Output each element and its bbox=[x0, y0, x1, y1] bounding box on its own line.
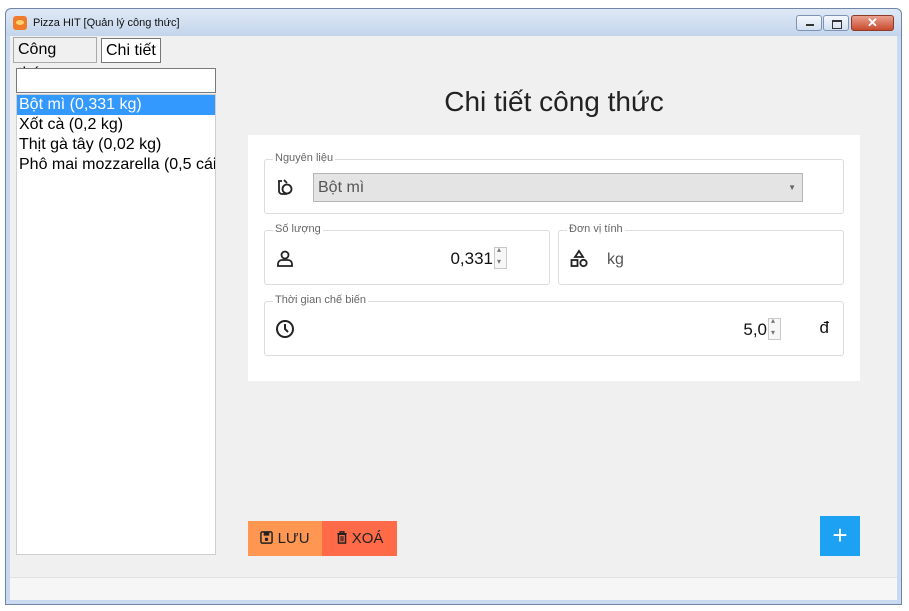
unit-label: Đơn vị tính bbox=[567, 223, 625, 235]
save-button-label: LƯU bbox=[277, 530, 310, 547]
quantity-spinner[interactable] bbox=[494, 245, 507, 269]
ingredient-icon bbox=[278, 179, 293, 195]
window-title: Pizza HIT [Quản lý công thức] bbox=[33, 17, 180, 29]
quantity-group: Số lượng 0,331 bbox=[264, 223, 550, 285]
title-bar: Pizza HIT [Quản lý công thức] ✕ bbox=[6, 9, 901, 36]
person-icon bbox=[277, 250, 293, 267]
prep-time-suffix: đ bbox=[819, 318, 829, 337]
app-window: Pizza HIT [Quản lý công thức] ✕ Công thứ… bbox=[5, 8, 902, 605]
search-input[interactable] bbox=[16, 68, 216, 93]
floppy-disk-icon bbox=[260, 531, 274, 544]
ingredient-select-value: Bột mì bbox=[318, 179, 365, 196]
list-item[interactable]: Bột mì (0,331 kg) bbox=[17, 95, 215, 115]
tab-recipe[interactable]: Công thức bbox=[13, 37, 97, 82]
ingredient-list: Bột mì (0,331 kg) Xốt cà (0,2 kg) Thịt g… bbox=[16, 94, 216, 555]
close-icon: ✕ bbox=[867, 15, 878, 30]
ingredient-select[interactable]: Bột mì ▼ bbox=[313, 173, 803, 202]
prep-time-label: Thời gian chế biến bbox=[273, 294, 368, 306]
chevron-down-icon: ▼ bbox=[788, 183, 796, 192]
list-item[interactable]: Phô mai mozzarella (0,5 cái) bbox=[17, 155, 215, 175]
client-area: Công thức Chi tiết Bột mì (0,331 kg) Xốt… bbox=[10, 36, 897, 600]
clock-icon bbox=[276, 320, 294, 338]
ingredient-group: Nguyên liệu Bột mì ▼ bbox=[264, 152, 844, 214]
delete-button[interactable]: XOÁ bbox=[322, 521, 397, 556]
prep-time-spinner[interactable] bbox=[768, 316, 781, 340]
list-item[interactable]: Xốt cà (0,2 kg) bbox=[17, 115, 215, 135]
save-button[interactable]: LƯU bbox=[248, 521, 322, 556]
detail-card: Nguyên liệu Bột mì ▼ Số lượng 0,331 ▴ ▾ … bbox=[248, 135, 860, 381]
add-button[interactable]: + bbox=[820, 516, 860, 556]
minimize-button[interactable] bbox=[796, 15, 822, 31]
quantity-value[interactable]: 0,331 bbox=[450, 249, 493, 269]
maximize-button[interactable] bbox=[823, 15, 849, 31]
prep-time-group: Thời gian chế biến 5,0 đ bbox=[264, 294, 844, 356]
status-bar bbox=[10, 577, 897, 600]
prep-time-value[interactable]: 5,0 bbox=[743, 320, 767, 340]
list-item[interactable]: Thịt gà tây (0,02 kg) bbox=[17, 135, 215, 155]
delete-button-label: XOÁ bbox=[351, 530, 384, 547]
ingredient-label: Nguyên liệu bbox=[273, 152, 336, 164]
trash-icon bbox=[336, 531, 347, 544]
unit-group: Đơn vị tính kg bbox=[558, 223, 844, 285]
quantity-label: Số lượng bbox=[273, 223, 323, 235]
close-button[interactable]: ✕ bbox=[851, 15, 894, 31]
unit-value: kg bbox=[607, 251, 624, 268]
tab-detail[interactable]: Chi tiết bbox=[101, 38, 161, 63]
pizza-app-icon bbox=[13, 16, 27, 30]
shapes-icon bbox=[570, 249, 588, 268]
page-title: Chi tiết công thức bbox=[444, 86, 664, 117]
